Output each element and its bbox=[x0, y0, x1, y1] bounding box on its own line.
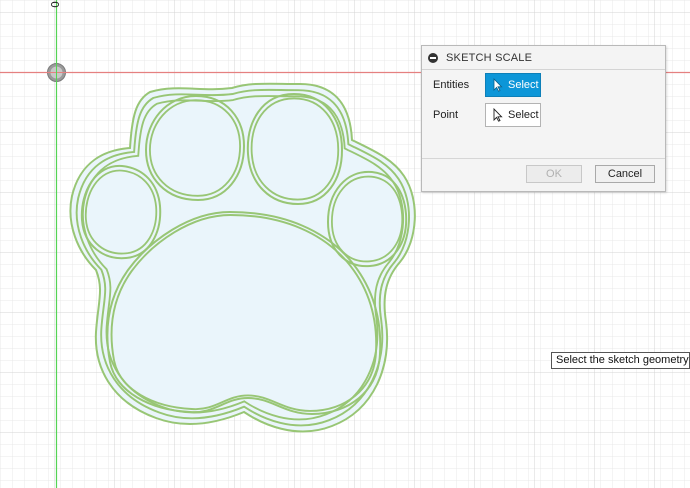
point-row: Point Select bbox=[422, 102, 665, 128]
cancel-button[interactable]: Cancel bbox=[595, 165, 655, 183]
cursor-arrow-icon bbox=[493, 78, 503, 92]
entities-label: Entities bbox=[433, 79, 470, 91]
cursor-arrow-icon bbox=[493, 108, 503, 122]
origin-point-icon bbox=[47, 63, 66, 82]
entities-row: Entities Select bbox=[422, 72, 665, 98]
dialog-title: SKETCH SCALE bbox=[446, 51, 533, 64]
point-select-label: Select bbox=[508, 109, 539, 121]
point-select-button[interactable]: Select bbox=[485, 103, 541, 127]
point-label: Point bbox=[433, 109, 459, 121]
dialog-header: SKETCH SCALE bbox=[422, 46, 665, 70]
axis-label: 0 bbox=[48, 1, 61, 8]
sketch-scale-dialog: SKETCH SCALE Entities Select Point Selec… bbox=[421, 45, 666, 192]
entities-select-button[interactable]: Select bbox=[485, 73, 541, 97]
dialog-divider bbox=[422, 158, 665, 159]
ok-button[interactable]: OK bbox=[526, 165, 582, 183]
collapse-icon[interactable] bbox=[428, 52, 438, 63]
entities-select-label: Select bbox=[508, 79, 539, 91]
tooltip: Select the sketch geometry bbox=[551, 352, 690, 369]
